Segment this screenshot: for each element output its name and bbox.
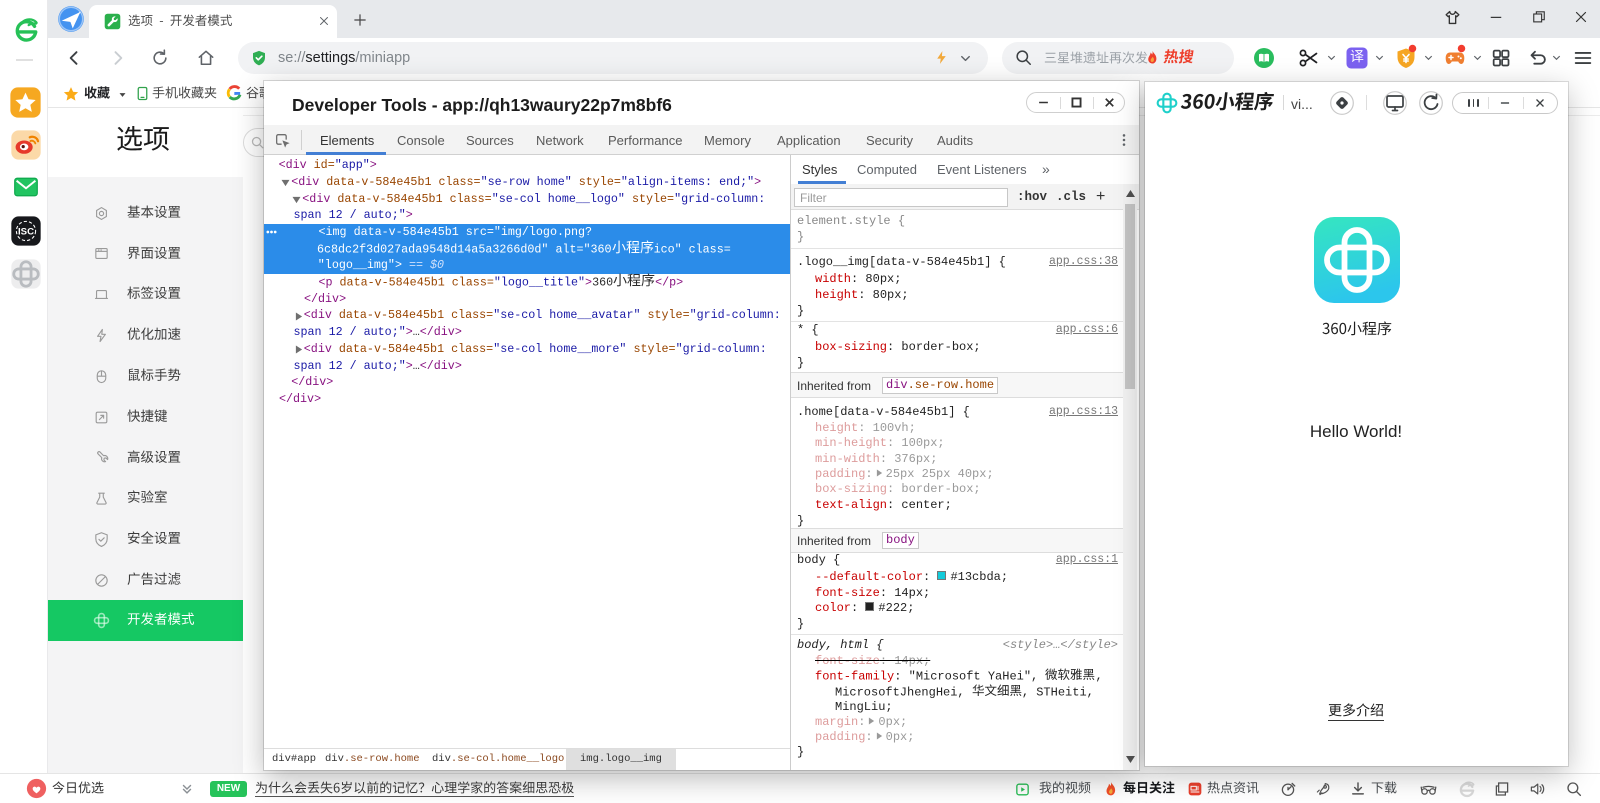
svg-text:ISC: ISC	[18, 227, 34, 238]
